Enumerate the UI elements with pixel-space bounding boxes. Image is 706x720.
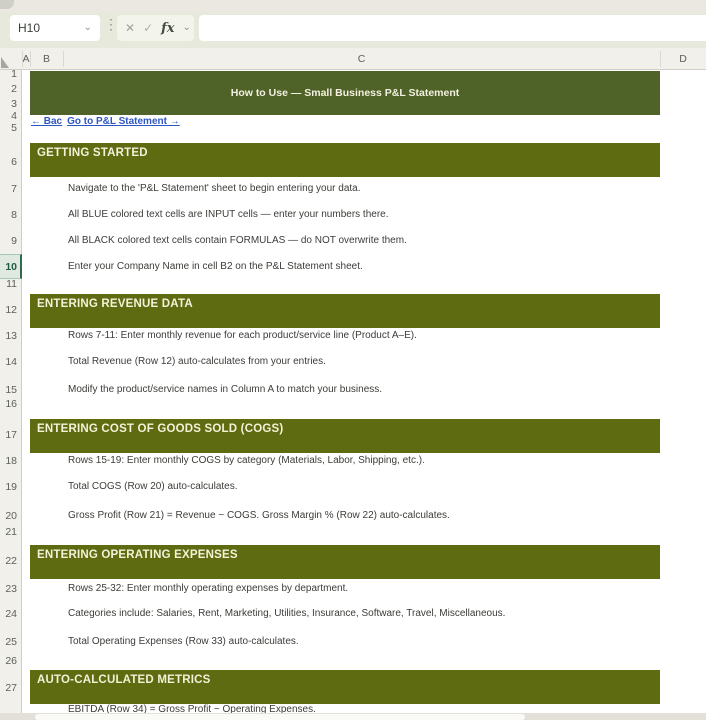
column-divider bbox=[22, 51, 23, 67]
row-header-20[interactable]: 20 bbox=[0, 509, 17, 523]
column-divider bbox=[30, 51, 31, 67]
navigation-links-row: ← Bac Go to P&L Statement → bbox=[31, 116, 180, 127]
row-header-8[interactable]: 8 bbox=[0, 208, 17, 222]
instruction-line[interactable]: Total Operating Expenses (Row 33) auto-c… bbox=[68, 636, 299, 648]
formula-buttons: ✕ ✓ fx ⌄ bbox=[117, 15, 194, 41]
row-header-14[interactable]: 14 bbox=[0, 355, 17, 369]
column-header-a[interactable]: A bbox=[22, 52, 30, 66]
column-header-b[interactable]: B bbox=[30, 52, 63, 66]
column-divider bbox=[660, 51, 661, 67]
instruction-line[interactable]: Gross Profit (Row 21) = Revenue − COGS. … bbox=[68, 510, 450, 522]
section-header-opex[interactable]: ENTERING OPERATING EXPENSES bbox=[30, 545, 660, 579]
title-banner-cell[interactable]: How to Use — Small Business P&L Statemen… bbox=[30, 71, 660, 115]
instruction-line[interactable]: Rows 7-11: Enter monthly revenue for eac… bbox=[68, 330, 417, 342]
instruction-line[interactable]: All BLACK colored text cells contain FOR… bbox=[68, 235, 407, 247]
row-header-5[interactable]: 5 bbox=[0, 121, 17, 135]
row-header-17[interactable]: 17 bbox=[0, 428, 17, 442]
row-header-26[interactable]: 26 bbox=[0, 654, 17, 668]
row-header-24[interactable]: 24 bbox=[0, 607, 17, 621]
instruction-line[interactable]: All BLUE colored text cells are INPUT ce… bbox=[68, 209, 389, 221]
instruction-line[interactable]: Enter your Company Name in cell B2 on th… bbox=[68, 261, 363, 273]
column-divider bbox=[63, 51, 64, 67]
column-header-c[interactable]: C bbox=[63, 52, 660, 66]
spreadsheet-app: H10 ⌄ ⋮ ✕ ✓ fx ⌄ A B C D 1 2 3 4 5 6 7 8… bbox=[0, 0, 706, 720]
row-header-27[interactable]: 27 bbox=[0, 681, 17, 695]
row-header-25[interactable]: 25 bbox=[0, 635, 17, 649]
row-header-6[interactable]: 6 bbox=[0, 155, 17, 169]
insert-function-icon[interactable]: fx bbox=[161, 21, 174, 36]
row-header-2[interactable]: 2 bbox=[0, 82, 17, 96]
row-header-1[interactable]: 1 bbox=[0, 67, 17, 81]
instruction-line[interactable]: Total COGS (Row 20) auto-calculates. bbox=[68, 481, 238, 493]
name-box-value: H10 bbox=[18, 21, 40, 35]
instruction-line[interactable]: Rows 25-32: Enter monthly operating expe… bbox=[68, 583, 348, 595]
row-header-12[interactable]: 12 bbox=[0, 303, 17, 317]
back-link[interactable]: ← Bac bbox=[31, 116, 62, 127]
row-header-13[interactable]: 13 bbox=[0, 329, 17, 343]
formula-bar-area: H10 ⌄ ⋮ ✕ ✓ fx ⌄ bbox=[0, 0, 706, 48]
row-header-9[interactable]: 9 bbox=[0, 234, 17, 248]
instruction-line[interactable]: Modify the product/service names in Colu… bbox=[68, 384, 382, 396]
row-header-19[interactable]: 19 bbox=[0, 480, 17, 494]
row-header-15[interactable]: 15 bbox=[0, 383, 17, 397]
row-header-23[interactable]: 23 bbox=[0, 582, 17, 596]
row-header-16[interactable]: 16 bbox=[0, 397, 17, 411]
section-header-revenue[interactable]: ENTERING REVENUE DATA bbox=[30, 294, 660, 328]
name-box[interactable]: H10 ⌄ bbox=[10, 15, 100, 41]
chevron-down-icon[interactable]: ⌄ bbox=[84, 23, 92, 33]
enter-icon[interactable]: ✓ bbox=[143, 21, 153, 35]
section-header-metrics[interactable]: AUTO-CALCULATED METRICS bbox=[30, 670, 660, 704]
row-header-7[interactable]: 7 bbox=[0, 182, 17, 196]
row-header-18[interactable]: 18 bbox=[0, 454, 17, 468]
instruction-line[interactable]: Total Revenue (Row 12) auto-calculates f… bbox=[68, 356, 326, 368]
formula-input[interactable] bbox=[199, 15, 706, 41]
column-header-d[interactable]: D bbox=[660, 52, 706, 66]
separator-dots-icon: ⋮ bbox=[104, 11, 118, 37]
chevron-down-icon[interactable]: ⌄ bbox=[182, 23, 190, 33]
row-header-11[interactable]: 11 bbox=[0, 277, 17, 291]
row-header-21[interactable]: 21 bbox=[0, 525, 17, 539]
section-header-cogs[interactable]: ENTERING COST OF GOODS SOLD (COGS) bbox=[30, 419, 660, 453]
row-header-10-active[interactable]: 10 bbox=[0, 260, 17, 274]
row-header-22[interactable]: 22 bbox=[0, 554, 17, 568]
horizontal-scrollbar-thumb[interactable] bbox=[35, 714, 525, 720]
cancel-icon[interactable]: ✕ bbox=[125, 21, 135, 35]
instruction-line[interactable]: Categories include: Salaries, Rent, Mark… bbox=[68, 608, 505, 620]
section-header-getting-started[interactable]: GETTING STARTED bbox=[30, 143, 660, 177]
goto-pnl-link[interactable]: Go to P&L Statement → bbox=[67, 116, 180, 127]
instruction-line[interactable]: Navigate to the 'P&L Statement' sheet to… bbox=[68, 183, 361, 195]
instruction-line[interactable]: Rows 15-19: Enter monthly COGS by catego… bbox=[68, 455, 425, 467]
